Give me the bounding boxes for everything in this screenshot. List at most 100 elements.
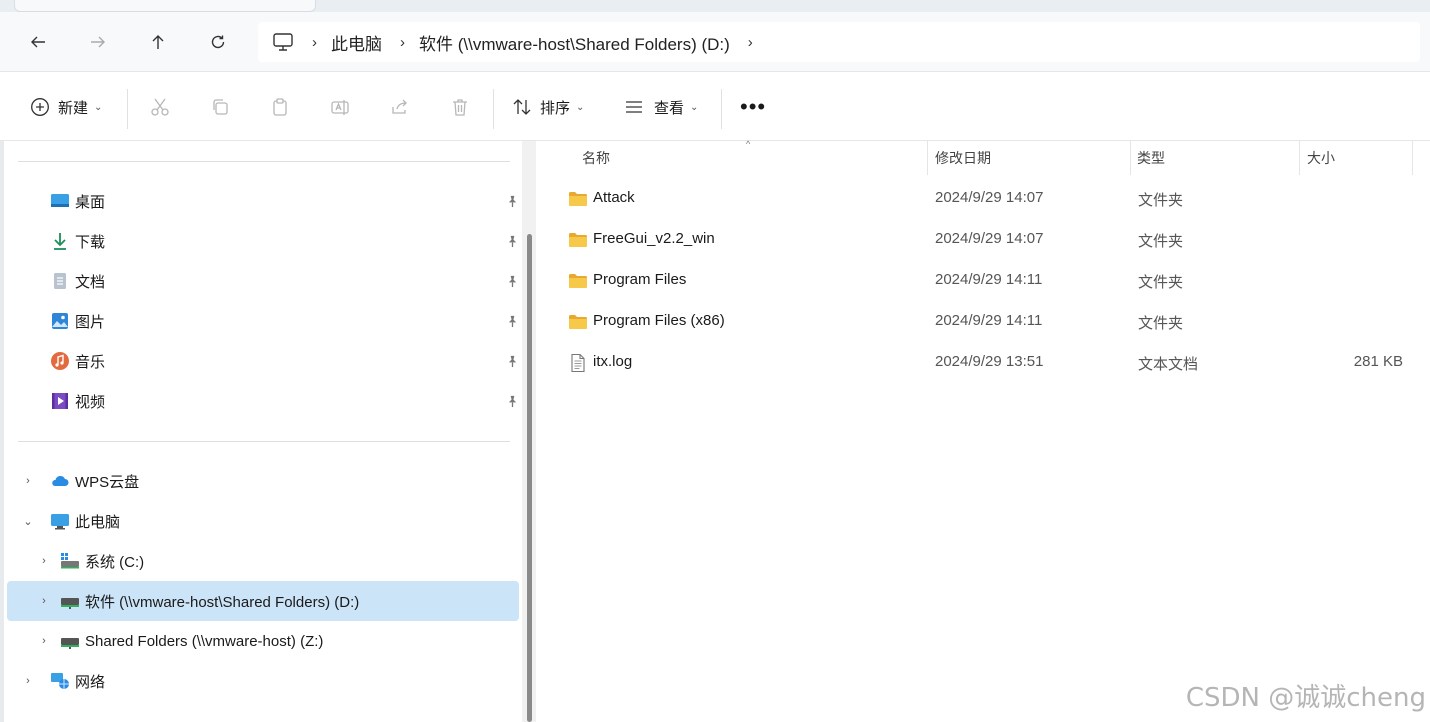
sidebar-item-label: 下载 (75, 233, 106, 251)
sidebar-item-music[interactable]: 音乐 (7, 341, 519, 381)
sidebar-item-network[interactable]: › 网络 (7, 661, 519, 701)
chevron-down-icon[interactable]: ⌄ (20, 513, 36, 529)
view-button[interactable]: 查看 ⌄ (624, 91, 698, 123)
column-divider[interactable] (1130, 141, 1131, 175)
file-row[interactable]: itx.log 2024/9/29 13:51 文本文档 281 KB (556, 343, 1416, 383)
address-bar[interactable]: › 此电脑 › 软件 (\\vmware-host\Shared Folders… (258, 22, 1420, 62)
breadcrumb-this-pc[interactable]: 此电脑 (331, 30, 382, 55)
text-file-icon (571, 353, 585, 373)
rename-button[interactable] (330, 91, 350, 123)
cloud-icon (50, 471, 70, 491)
paste-button[interactable] (270, 91, 290, 123)
file-row[interactable]: FreeGui_v2.2_win 2024/9/29 14:07 文件夹 (556, 220, 1416, 260)
sidebar-item-drive-c[interactable]: › 系统 (C:) (7, 541, 519, 581)
chevron-right-icon[interactable]: › (36, 553, 52, 569)
nav-scrollbar-thumb[interactable] (527, 234, 532, 722)
toolbar-divider (127, 89, 128, 129)
column-header-name[interactable]: 名称 (582, 141, 610, 175)
pin-icon[interactable] (505, 314, 519, 328)
chevron-right-icon[interactable]: › (36, 633, 52, 649)
plus-circle-icon (31, 98, 49, 116)
sort-button-label: 排序 (540, 99, 571, 117)
list-view-icon (626, 101, 642, 113)
chevron-down-icon: ⌄ (576, 101, 585, 113)
desktop-icon (50, 191, 70, 211)
arrow-right-icon (91, 36, 105, 48)
pin-icon[interactable] (505, 394, 519, 408)
sidebar-item-pictures[interactable]: 图片 (7, 301, 519, 341)
chevron-right-icon[interactable]: › (748, 34, 753, 51)
sidebar-item-drive-z[interactable]: › Shared Folders (\\vmware-host) (Z:) (7, 621, 519, 661)
share-icon (392, 99, 407, 114)
folder-icon (569, 233, 587, 247)
sidebar-item-label: Shared Folders (\\vmware-host) (Z:) (85, 632, 324, 650)
sidebar-item-documents[interactable]: 文档 (7, 261, 519, 301)
pin-icon[interactable] (505, 234, 519, 248)
file-row[interactable]: Attack 2024/9/29 14:07 文件夹 (556, 179, 1416, 219)
file-row[interactable]: Program Files (x86) 2024/9/29 14:11 文件夹 (556, 302, 1416, 342)
network-drive-icon (60, 591, 80, 611)
document-icon (50, 271, 70, 291)
sidebar-item-label: 此电脑 (75, 513, 121, 531)
file-name: itx.log (593, 353, 633, 370)
chevron-right-icon[interactable]: › (20, 673, 36, 689)
column-divider[interactable] (1412, 141, 1413, 175)
scissors-icon (151, 98, 169, 116)
file-date: 2024/9/29 14:07 (935, 189, 1044, 206)
sidebar-item-videos[interactable]: 视频 (7, 381, 519, 421)
monitor-icon (50, 511, 70, 531)
window-tab[interactable] (14, 0, 316, 12)
delete-button[interactable] (450, 91, 470, 123)
more-options-button[interactable]: ••• (740, 91, 766, 123)
sidebar-item-label: 软件 (\\vmware-host\Shared Folders) (D:) (85, 593, 360, 611)
sidebar-item-wps-cloud[interactable]: › WPS云盘 (7, 461, 519, 501)
sidebar-item-desktop[interactable]: 桌面 (7, 181, 519, 221)
column-divider[interactable] (1299, 141, 1300, 175)
sidebar-item-label: 视频 (75, 393, 106, 411)
videos-icon (50, 391, 70, 411)
network-drive-icon (60, 631, 80, 651)
sidebar-item-downloads[interactable]: 下载 (7, 221, 519, 261)
sort-button[interactable]: 排序 ⌄ (512, 91, 584, 123)
file-type: 文件夹 (1138, 192, 1184, 209)
cut-button[interactable] (150, 91, 170, 123)
file-row[interactable]: Program Files 2024/9/29 14:11 文件夹 (556, 261, 1416, 301)
column-header-date[interactable]: 修改日期 (935, 141, 991, 175)
file-date: 2024/9/29 13:51 (935, 353, 1044, 370)
copy-button[interactable] (210, 91, 230, 123)
breadcrumb-drive-d[interactable]: 软件 (\\vmware-host\Shared Folders) (D:) (419, 30, 730, 55)
pin-icon[interactable] (505, 194, 519, 208)
sidebar-item-this-pc[interactable]: ⌄ 此电脑 (7, 501, 519, 541)
back-button[interactable] (21, 26, 55, 58)
trash-icon (453, 99, 467, 116)
refresh-button[interactable] (201, 26, 235, 58)
toolbar-divider (721, 89, 722, 129)
column-header-size[interactable]: 大小 (1307, 141, 1335, 175)
view-button-label: 查看 (654, 99, 685, 117)
chevron-right-icon[interactable]: › (400, 34, 405, 51)
address-row: › 此电脑 › 软件 (\\vmware-host\Shared Folders… (0, 12, 1430, 72)
download-icon (50, 231, 70, 251)
chevron-right-icon[interactable]: › (36, 593, 52, 609)
network-icon (50, 671, 70, 691)
sidebar-item-label: 桌面 (75, 193, 106, 211)
pin-icon[interactable] (505, 274, 519, 288)
sidebar-item-drive-d[interactable]: › 软件 (\\vmware-host\Shared Folders) (D:) (7, 581, 519, 621)
ellipsis-icon: ••• (740, 94, 767, 119)
folder-icon (569, 274, 587, 288)
up-button[interactable] (141, 26, 175, 58)
chevron-right-icon: › (312, 33, 317, 51)
pictures-icon (50, 311, 70, 331)
share-button[interactable] (390, 91, 410, 123)
chevron-right-icon[interactable]: › (20, 473, 36, 489)
new-button[interactable]: 新建 ⌄ (30, 91, 102, 123)
pin-icon[interactable] (505, 354, 519, 368)
column-header-type[interactable]: 类型 (1137, 141, 1165, 175)
column-divider[interactable] (927, 141, 928, 175)
forward-button[interactable] (81, 26, 115, 58)
toolbar-divider (493, 89, 494, 129)
file-name: Program Files (593, 271, 687, 288)
sidebar-item-label: 音乐 (75, 353, 106, 371)
tab-strip (0, 0, 1430, 12)
sort-ascending-icon: ^ (746, 139, 751, 149)
